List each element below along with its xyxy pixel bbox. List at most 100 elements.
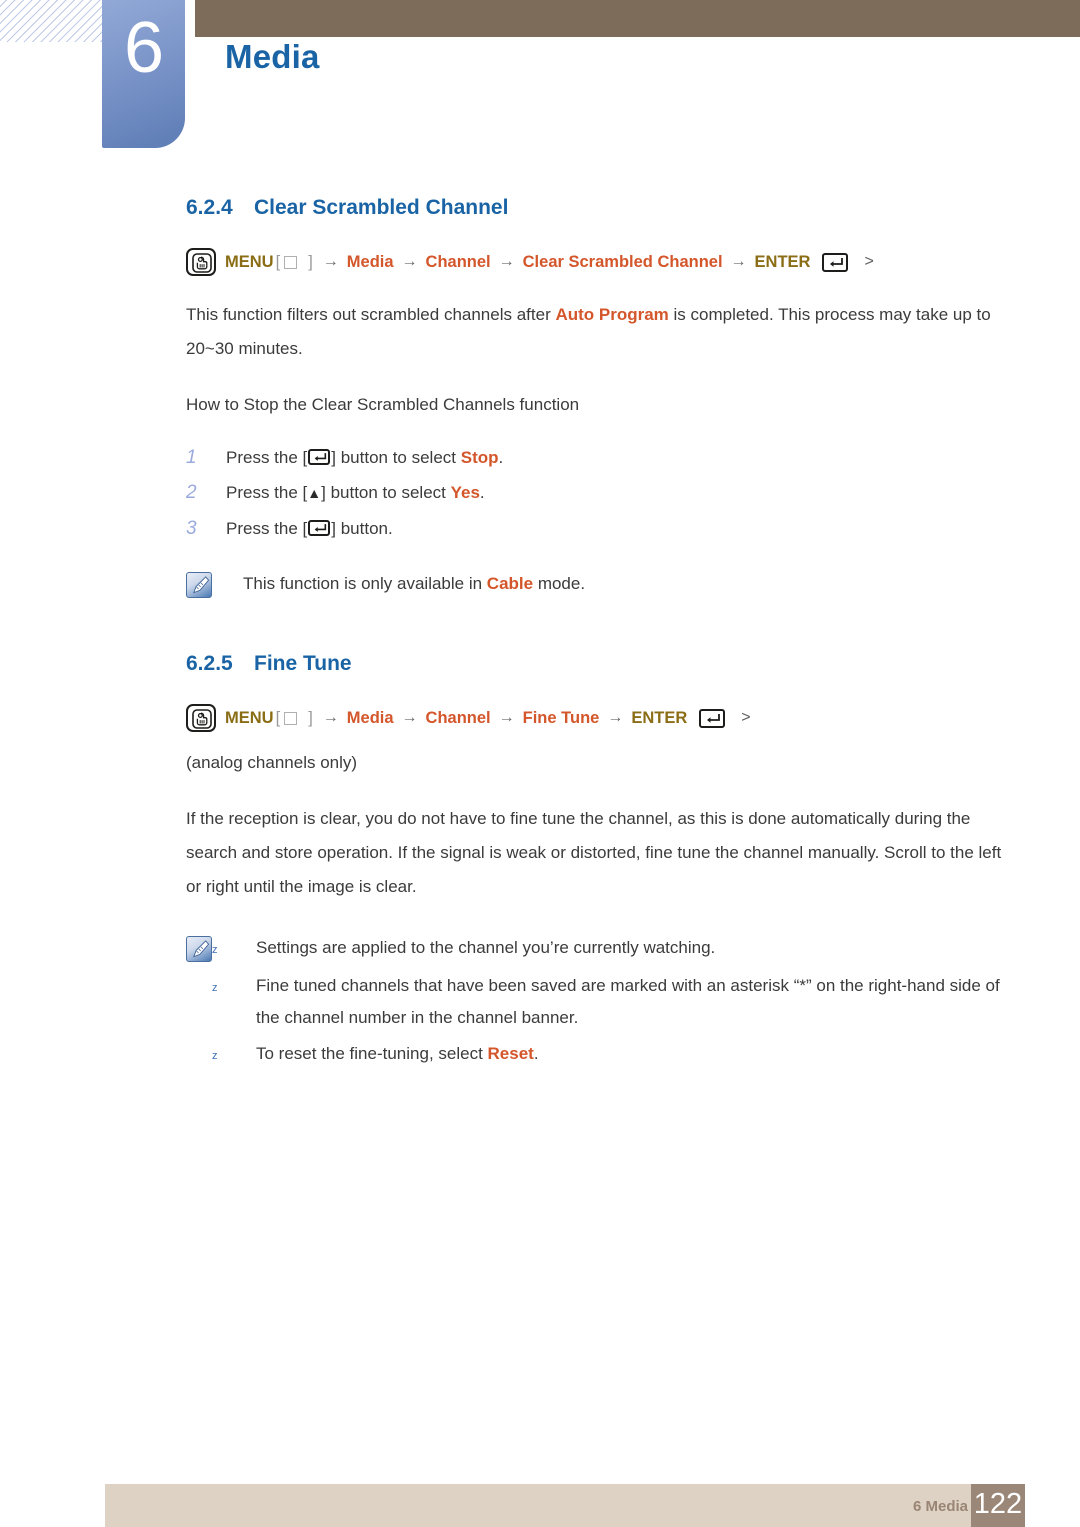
note-analog-channels-only: (analog channels only) bbox=[186, 753, 358, 772]
page-content: 6.2.4 Clear Scrambled Channel MENU [ ] →… bbox=[0, 196, 1080, 1076]
menu-path-trailing: > bbox=[864, 253, 874, 270]
hatch-decoration bbox=[0, 0, 118, 42]
step-text-post: ] button to select bbox=[321, 483, 451, 502]
note-pencil-icon bbox=[186, 936, 212, 962]
chapter-title: Media bbox=[225, 38, 320, 75]
note-block-fine-tune: z Settings are applied to the channel yo… bbox=[186, 932, 1080, 1076]
menu-path-item-clear-scrambled-channel: Clear Scrambled Channel bbox=[522, 252, 723, 271]
top-bar bbox=[195, 0, 1080, 37]
menu-arrow-3: → bbox=[498, 709, 515, 726]
paragraph-fine-tune: If the reception is clear, you do not ha… bbox=[186, 809, 1002, 896]
chapter-badge: 6 bbox=[102, 0, 185, 148]
section-heading-clear-scrambled-channel: 6.2.4 Clear Scrambled Channel bbox=[186, 196, 1080, 220]
footer-chapter-label: 6 Media bbox=[912, 1498, 968, 1515]
page-number-box: 122 bbox=[971, 1484, 1025, 1527]
bullet-icon: z bbox=[212, 1050, 218, 1062]
menu-path-item-media: Media bbox=[346, 708, 394, 727]
highlight-reset: Reset bbox=[487, 1044, 534, 1063]
menu-arrow-2: → bbox=[401, 709, 418, 726]
chapter-number: 6 bbox=[123, 8, 164, 88]
note-text-post: mode. bbox=[533, 574, 586, 593]
menu-arrow-3: → bbox=[498, 253, 515, 270]
step-text: Press the [▲] button to select Yes. bbox=[226, 475, 485, 511]
step-text-post: ] button. bbox=[331, 519, 393, 538]
steps-list-clear-scrambled: 1 Press the [ ] button to select Stop. 2 … bbox=[186, 440, 1080, 546]
highlight-stop: Stop bbox=[460, 448, 499, 467]
step-item: 3 Press the [ ] button. bbox=[186, 511, 1080, 546]
menu-arrow-1: → bbox=[322, 709, 339, 726]
enter-key-icon bbox=[308, 520, 331, 536]
step-text-pre: Press the [ bbox=[226, 519, 308, 538]
section-title: Clear Scrambled Channel bbox=[254, 196, 509, 219]
note-list-item-text: Fine tuned channels that have been saved… bbox=[256, 970, 1016, 1034]
note-list-fine-tune: z Settings are applied to the channel yo… bbox=[212, 932, 1016, 1076]
enter-key-icon bbox=[822, 252, 849, 272]
bracket-open: [ bbox=[275, 252, 281, 271]
menu-button-icon bbox=[186, 704, 216, 732]
step-text: Press the [ ] button. bbox=[226, 511, 393, 546]
step-text-tail: . bbox=[498, 448, 504, 467]
section-title: Fine Tune bbox=[254, 652, 352, 675]
enter-key-icon bbox=[699, 708, 726, 728]
menu-path-enter-label: ENTER bbox=[631, 708, 688, 727]
page-number: 122 bbox=[973, 1488, 1023, 1520]
menu-path-item-channel: Channel bbox=[425, 252, 491, 271]
menu-path-item-fine-tune: Fine Tune bbox=[522, 708, 600, 727]
menu-arrow-2: → bbox=[401, 253, 418, 270]
note-text-pre: Settings are applied to the channel you’… bbox=[256, 938, 716, 957]
note-text-pre: This function is only available in bbox=[243, 574, 487, 593]
menu-path-clear-scrambled-channel: MENU [ ] → Media → Channel → Clear Scram… bbox=[186, 248, 1080, 276]
note-list-item: z To reset the fine-tuning, select Reset… bbox=[212, 1038, 1016, 1072]
footer-bar bbox=[105, 1484, 1025, 1527]
note-text-cable-mode: This function is only available in Cable… bbox=[243, 568, 585, 600]
bracket-open: [ bbox=[275, 708, 281, 727]
menu-path-menu-label: MENU bbox=[225, 252, 274, 271]
highlight-auto-program: Auto Program bbox=[555, 305, 669, 324]
page-header: 6 Media bbox=[0, 0, 1080, 160]
highlight-yes: Yes bbox=[450, 483, 480, 502]
paragraph-clear-scrambled: This function filters out scrambled chan… bbox=[186, 298, 1010, 366]
menu-path-item-media: Media bbox=[346, 252, 394, 271]
bullet-icon: z bbox=[212, 944, 218, 956]
note-text-pre: To reset the fine-tuning, select bbox=[256, 1044, 488, 1063]
note-pencil-icon bbox=[186, 572, 212, 598]
note-text-pre: Fine tuned channels that have been saved… bbox=[256, 976, 1000, 1027]
menu-arrow-1: → bbox=[322, 253, 339, 270]
step-number: 1 bbox=[186, 447, 197, 468]
menu-path-fine-tune: MENU [ ] → Media → Channel → Fine Tune →… bbox=[186, 704, 1080, 732]
note-list-item-text: To reset the fine-tuning, select Reset. bbox=[256, 1038, 539, 1070]
blank-box-icon bbox=[284, 711, 298, 725]
bullet-icon: z bbox=[212, 982, 218, 994]
step-item: 1 Press the [ ] button to select Stop. bbox=[186, 440, 1080, 475]
menu-button-icon bbox=[186, 248, 216, 276]
step-text-pre: Press the [ bbox=[226, 483, 308, 502]
step-number: 2 bbox=[186, 482, 197, 503]
page-footer: 6 Media 122 bbox=[0, 1470, 1080, 1527]
step-item: 2 Press the [▲] button to select Yes. bbox=[186, 475, 1080, 511]
bracket-close: ] bbox=[308, 708, 313, 727]
step-text: Press the [ ] button to select Stop. bbox=[226, 440, 503, 475]
section-heading-fine-tune: 6.2.5 Fine Tune bbox=[186, 652, 1080, 676]
paragraph-pre: This function filters out scrambled chan… bbox=[186, 305, 556, 324]
bracket-close: ] bbox=[308, 252, 313, 271]
step-number: 3 bbox=[186, 518, 197, 539]
menu-path-menu-label: MENU bbox=[225, 708, 274, 727]
step-text-post: ] button to select bbox=[331, 448, 461, 467]
menu-path-trailing: > bbox=[741, 709, 751, 726]
section-number: 6.2.5 bbox=[186, 652, 233, 675]
menu-arrow-4: → bbox=[730, 253, 747, 270]
highlight-cable: Cable bbox=[486, 574, 534, 593]
menu-path-enter-label: ENTER bbox=[754, 252, 811, 271]
enter-key-icon bbox=[308, 449, 331, 465]
step-text-pre: Press the [ bbox=[226, 448, 308, 467]
subheading-how-to-stop: How to Stop the Clear Scrambled Channels… bbox=[186, 395, 580, 414]
step-text-tail: . bbox=[479, 483, 485, 502]
note-block-cable-mode: This function is only available in Cable… bbox=[186, 568, 1080, 600]
blank-box-icon bbox=[284, 255, 298, 269]
menu-arrow-4: → bbox=[607, 709, 624, 726]
note-list-item: z Fine tuned channels that have been sav… bbox=[212, 970, 1016, 1034]
section-number: 6.2.4 bbox=[186, 196, 233, 219]
note-text-post: . bbox=[533, 1044, 539, 1063]
menu-path-item-channel: Channel bbox=[425, 708, 491, 727]
up-arrow-icon: ▲ bbox=[307, 485, 322, 501]
